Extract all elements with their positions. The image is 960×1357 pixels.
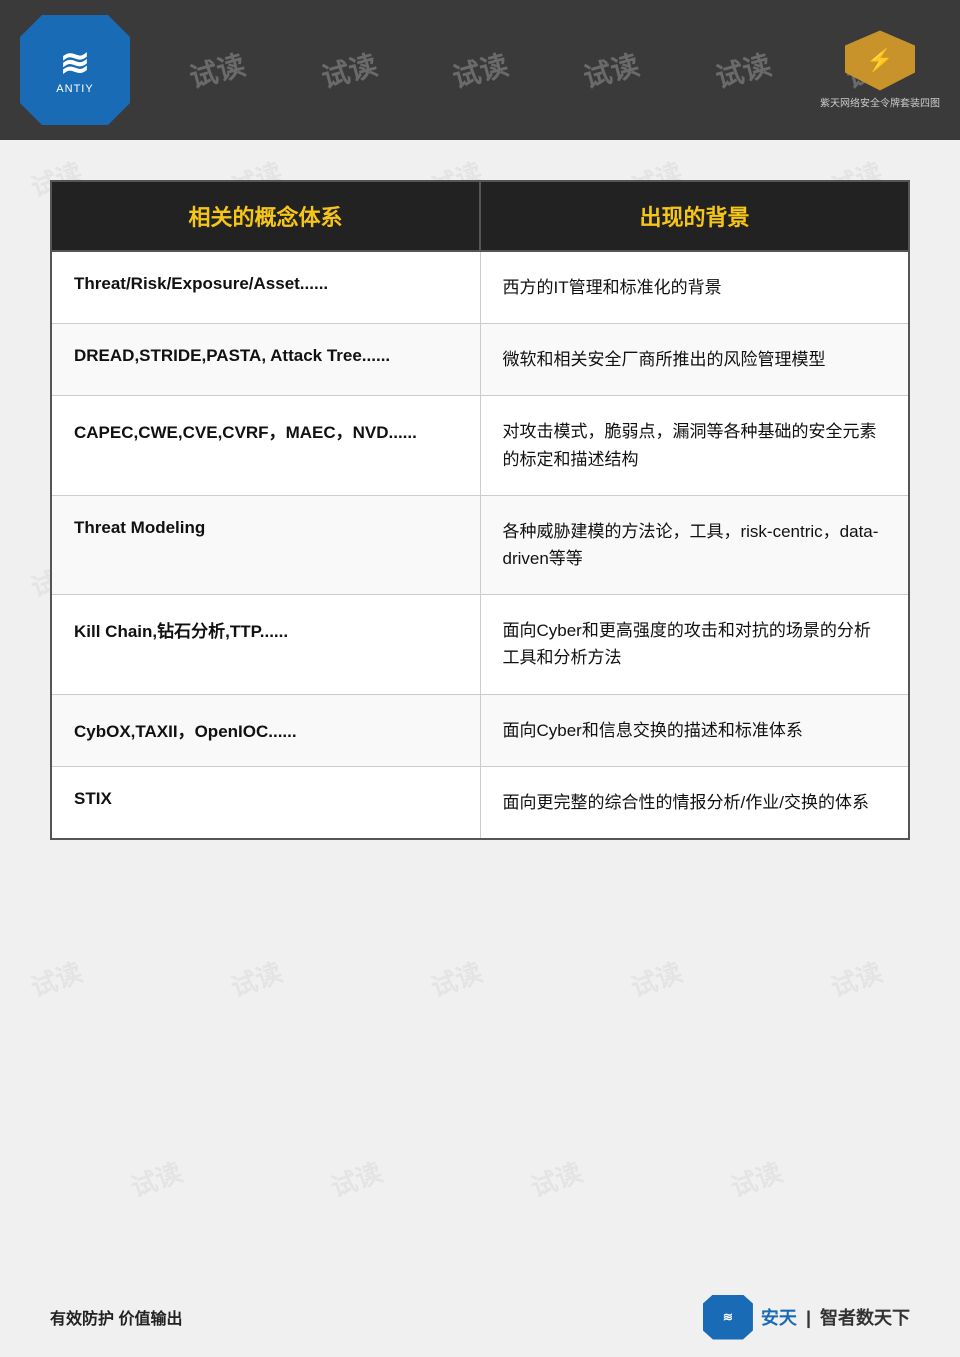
header-wm-4: 试读 [448, 43, 512, 96]
col1-header: 相关的概念体系 [51, 181, 480, 251]
table-row: CybOX,TAXII，OpenIOC......面向Cyber和信息交换的描述… [51, 694, 909, 766]
footer-brand-main: 安天 | 智者数天下 [761, 1308, 910, 1328]
watermark: 试读 [225, 952, 287, 1005]
watermark: 试读 [425, 952, 487, 1005]
table-row: STIX面向更完整的综合性的情报分析/作业/交换的体系 [51, 766, 909, 839]
table-cell-left-3: Threat Modeling [51, 495, 480, 594]
main-content: 相关的概念体系 出现的背景 Threat/Risk/Exposure/Asset… [0, 140, 960, 860]
shield-icon: ⚡ [866, 48, 893, 74]
header-wm-5: 试读 [579, 43, 643, 96]
footer: 有效防护 价值输出 ≋ 安天 | 智者数天下 [0, 1277, 960, 1357]
header-wm-2: 试读 [185, 43, 249, 96]
table-cell-right-2: 对攻击模式，脆弱点，漏洞等各种基础的安全元素的标定和描述结构 [480, 396, 909, 495]
table-cell-left-5: CybOX,TAXII，OpenIOC...... [51, 694, 480, 766]
watermark: 试读 [25, 952, 87, 1005]
header-right-text: 紫天网络安全令牌套装四图 [820, 95, 940, 110]
table-cell-right-3: 各种威胁建模的方法论，工具，risk-centric，data-driven等等 [480, 495, 909, 594]
antiy-logo: ≋ ANTIY [20, 15, 130, 125]
watermark: 试读 [325, 1152, 387, 1205]
table-row: Kill Chain,钻石分析,TTP......面向Cyber和更高强度的攻击… [51, 595, 909, 694]
header-wm-6: 试读 [711, 43, 775, 96]
table-row: Threat Modeling各种威胁建模的方法论，工具，risk-centri… [51, 495, 909, 594]
table-row: CAPEC,CWE,CVE,CVRF，MAEC，NVD......对攻击模式，脆… [51, 396, 909, 495]
table-cell-right-0: 西方的IT管理和标准化的背景 [480, 251, 909, 324]
footer-right: ≋ 安天 | 智者数天下 [703, 1295, 910, 1340]
table-row: Threat/Risk/Exposure/Asset......西方的IT管理和… [51, 251, 909, 324]
logo-label: ANTIY [56, 83, 93, 95]
watermark: 试读 [825, 952, 887, 1005]
table-cell-right-4: 面向Cyber和更高强度的攻击和对抗的场景的分析工具和分析方法 [480, 595, 909, 694]
concept-table: 相关的概念体系 出现的背景 Threat/Risk/Exposure/Asset… [50, 180, 910, 840]
header-wm-3: 试读 [316, 43, 380, 96]
table-header-row: 相关的概念体系 出现的背景 [51, 181, 909, 251]
header-watermarks: 试读 试读 试读 试读 试读 试读 试读 [0, 0, 960, 140]
table-row: DREAD,STRIDE,PASTA, Attack Tree......微软和… [51, 324, 909, 396]
footer-brand-sub: 智者数天下 [820, 1308, 910, 1328]
watermark: 试读 [625, 952, 687, 1005]
logo-symbol: ≋ [60, 45, 90, 81]
footer-logo-symbol: ≋ [723, 1310, 733, 1324]
table-cell-left-2: CAPEC,CWE,CVE,CVRF，MAEC，NVD...... [51, 396, 480, 495]
table-cell-right-5: 面向Cyber和信息交换的描述和标准体系 [480, 694, 909, 766]
footer-left-text: 有效防护 价值输出 [50, 1305, 182, 1329]
footer-antiy-logo: ≋ [703, 1295, 753, 1340]
separator: | [806, 1308, 811, 1328]
col2-header: 出现的背景 [480, 181, 909, 251]
header-right-logo: ⚡ 紫天网络安全令牌套装四图 [820, 31, 940, 110]
antiy-text: 安天 [761, 1308, 797, 1328]
table-cell-left-6: STIX [51, 766, 480, 839]
header: ≋ ANTIY 试读 试读 试读 试读 试读 试读 试读 ⚡ 紫天网络安全令牌套… [0, 0, 960, 140]
table-cell-left-0: Threat/Risk/Exposure/Asset...... [51, 251, 480, 324]
footer-brand: 安天 | 智者数天下 [761, 1304, 910, 1330]
table-cell-right-6: 面向更完整的综合性的情报分析/作业/交换的体系 [480, 766, 909, 839]
table-cell-left-4: Kill Chain,钻石分析,TTP...... [51, 595, 480, 694]
watermark: 试读 [525, 1152, 587, 1205]
watermark: 试读 [725, 1152, 787, 1205]
watermark: 试读 [125, 1152, 187, 1205]
table-cell-right-1: 微软和相关安全厂商所推出的风险管理模型 [480, 324, 909, 396]
table-cell-left-1: DREAD,STRIDE,PASTA, Attack Tree...... [51, 324, 480, 396]
